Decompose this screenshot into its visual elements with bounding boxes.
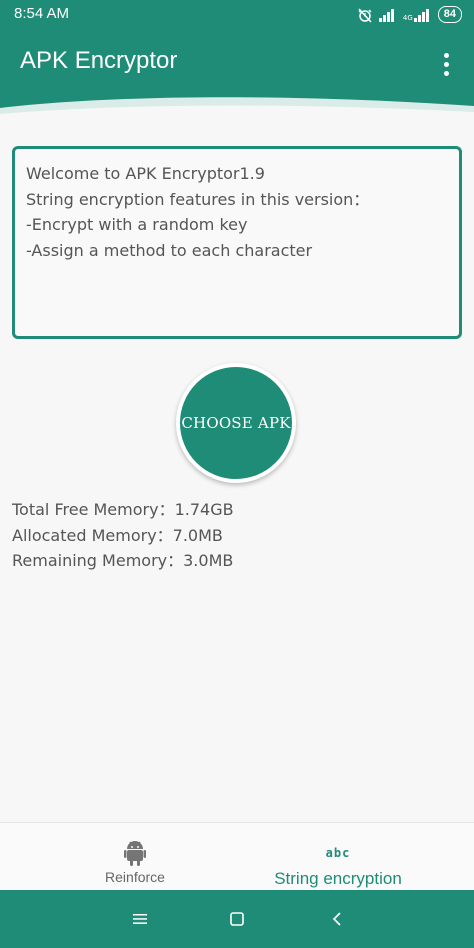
network-label: 4G xyxy=(402,13,413,22)
status-time: 8:54 AM xyxy=(14,5,70,22)
more-vert-icon[interactable] xyxy=(434,50,458,78)
choose-apk-button[interactable]: CHOOSE APK xyxy=(176,363,296,483)
system-navigation-bar xyxy=(0,890,474,948)
nav-item-string-encryption[interactable]: abc String encryption xyxy=(253,823,423,891)
back-icon[interactable] xyxy=(325,907,349,931)
menu-icon[interactable] xyxy=(128,907,152,931)
alarm-off-icon xyxy=(358,7,372,23)
info-line: -Assign a method to each character xyxy=(26,240,313,260)
status-icons: 4G 84 xyxy=(357,6,462,23)
abc-icon: abc xyxy=(325,846,351,860)
signal-icon xyxy=(378,8,394,22)
android-icon xyxy=(124,841,146,866)
nav-label-reinforce: Reinforce xyxy=(105,869,165,885)
info-line: String encryption features in this versi… xyxy=(26,189,370,209)
memory-info: Total Free Memory：1.74GB Allocated Memor… xyxy=(12,497,234,574)
allocated-memory: Allocated Memory：7.0MB xyxy=(12,525,223,545)
nav-item-reinforce[interactable]: Reinforce xyxy=(60,823,210,891)
battery-icon: 84 xyxy=(437,6,462,23)
signal-4g-icon: 4G xyxy=(403,8,432,22)
nav-label-string-encryption: String encryption xyxy=(274,869,402,888)
info-line: -Encrypt with a random key xyxy=(26,215,248,234)
header-wave xyxy=(0,97,474,120)
info-line: Welcome to APK Encryptor1.9 xyxy=(26,164,265,183)
info-text-box[interactable]: Welcome to APK Encryptor1.9 String encry… xyxy=(12,146,462,339)
app-title: APK Encryptor xyxy=(20,47,178,74)
home-icon[interactable] xyxy=(225,907,249,931)
status-bar: 8:54 AM 4G 84 xyxy=(0,0,474,30)
total-free-memory: Total Free Memory：1.74GB xyxy=(12,500,234,519)
bottom-navigation: Reinforce abc String encryption xyxy=(0,822,474,890)
app-bar: APK Encryptor xyxy=(0,30,474,120)
remaining-memory: Remaining Memory：3.0MB xyxy=(12,551,234,570)
